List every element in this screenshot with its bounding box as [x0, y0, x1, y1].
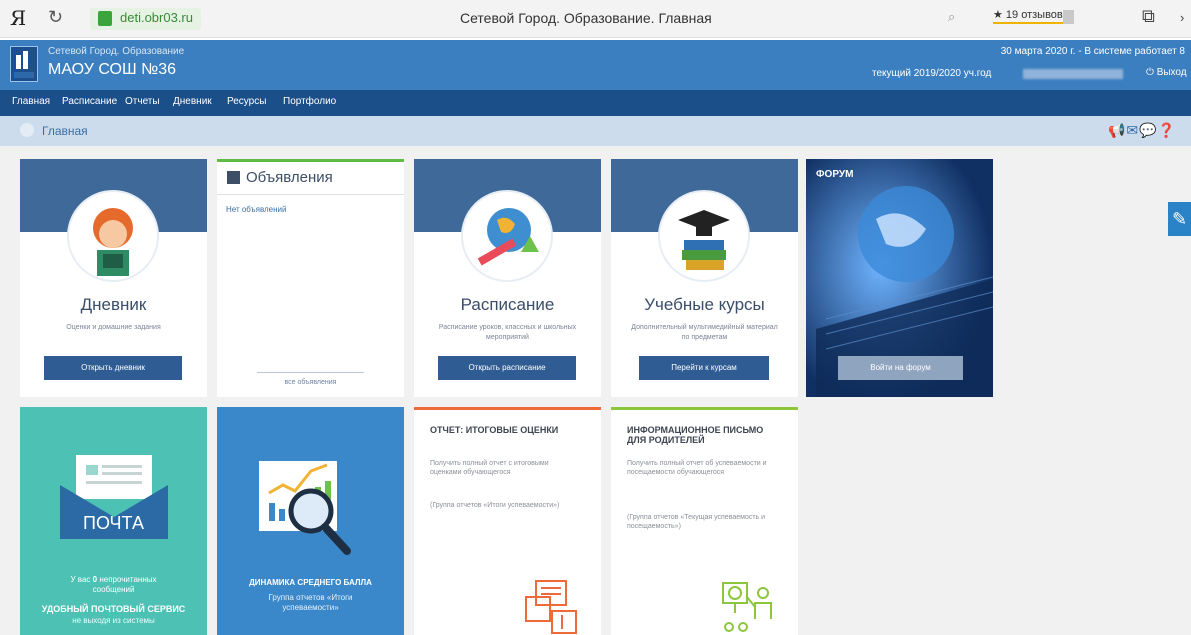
- nav-item-diary[interactable]: Дневник: [173, 96, 212, 107]
- unread-messages-text: У вас 0 непрочитанных сообщений: [70, 575, 157, 594]
- forum-tile: ФОРУМ Войти на форум: [806, 159, 993, 397]
- lock-icon: [98, 11, 112, 26]
- courses-illustration: [658, 190, 750, 282]
- nav-item-home[interactable]: Главная: [12, 96, 50, 107]
- grade-dynamics-tile[interactable]: ДИНАМИКА СРЕДНЕГО БАЛЛА Группа отчетов «…: [217, 407, 404, 635]
- system-name: Сетевой Город. Образование: [48, 46, 185, 57]
- report-document-icon: [525, 580, 577, 634]
- grade-dynamics-title: ДИНАМИКА СРЕДНЕГО БАЛЛА: [249, 578, 372, 587]
- schedule-illustration: [461, 190, 553, 282]
- go-to-courses-button[interactable]: Перейти к курсам: [639, 356, 769, 380]
- browser-toolbar: Я ↻ deti.obr03.ru Сетевой Город. Образов…: [0, 0, 1191, 38]
- schedule-tile: Расписание Расписание уроков, классных и…: [414, 159, 601, 397]
- courses-desc: Дополнительный мультимедийный материал п…: [631, 324, 778, 341]
- final-grades-report-tile[interactable]: ОТЧЕТ: ИТОГОВЫЕ ОЦЕНКИ Получить полный о…: [414, 407, 601, 635]
- enter-forum-button[interactable]: Войти на форум: [838, 356, 963, 380]
- open-diary-button[interactable]: Открыть дневник: [44, 356, 182, 380]
- announcements-tile: Объявления Нет объявлений все объявления: [217, 159, 404, 397]
- back-icon[interactable]: [20, 123, 34, 137]
- final-grades-desc: Получить полный отчет с итоговыми оценка…: [430, 460, 549, 476]
- mail-tile[interactable]: ПОЧТА У вас 0 непрочитанных сообщений УД…: [20, 407, 207, 635]
- schedule-title: Расписание: [460, 295, 555, 314]
- diary-tile: Дневник Оценки и домашние задания Открыт…: [20, 159, 207, 397]
- teacher-presentation-icon: [722, 582, 772, 632]
- site-header: Сетевой Город. Образование МАОУ СОШ №36 …: [0, 40, 1191, 90]
- all-announcements-link[interactable]: все объявления: [217, 379, 404, 386]
- nav-item-schedule[interactable]: Расписание: [62, 96, 117, 107]
- main-nav: Главная Расписание Отчеты Дневник Ресурс…: [0, 90, 1191, 116]
- logout-button[interactable]: ⏻ Выход: [1146, 67, 1187, 78]
- analytics-magnifier-icon: [259, 461, 351, 555]
- date-status: 30 марта 2020 г. - В системе работает 8: [1000, 46, 1185, 57]
- reviews-badge[interactable]: ★ 19 отзывов: [993, 8, 1063, 24]
- more-icon[interactable]: ›: [1180, 10, 1184, 25]
- school-year-select[interactable]: текущий 2019/2020 уч.год: [872, 68, 991, 79]
- diary-title: Дневник: [80, 295, 147, 314]
- breadcrumb-current: Главная: [42, 124, 88, 138]
- nav-item-resources[interactable]: Ресурсы: [227, 96, 266, 107]
- courses-title: Учебные курсы: [644, 295, 765, 314]
- parent-letter-desc: Получить полный отчет об успеваемости и …: [627, 460, 767, 476]
- announcements-title: Объявления: [246, 169, 333, 186]
- breadcrumb: Главная 📢✉💬❓: [0, 116, 1191, 146]
- search-icon[interactable]: ⌕: [948, 9, 955, 25]
- site-logo[interactable]: [10, 46, 38, 82]
- diary-illustration: [67, 190, 159, 282]
- page-title: Сетевой Город. Образование. Главная: [460, 10, 712, 26]
- settings-tools-icon[interactable]: ✎: [1168, 202, 1191, 236]
- no-announcements-text: Нет объявлений: [226, 205, 287, 214]
- browser-logo[interactable]: Я: [10, 6, 26, 30]
- diary-desc: Оценки и домашние задания: [66, 324, 161, 331]
- final-grades-title: ОТЧЕТ: ИТОГОВЫЕ ОЦЕНКИ: [430, 425, 559, 435]
- schedule-desc: Расписание уроков, классных и школьных м…: [438, 324, 577, 341]
- header-action-icons[interactable]: 📢✉💬❓: [1108, 122, 1176, 139]
- extension-icon[interactable]: ⧉: [1142, 6, 1155, 27]
- nav-item-reports[interactable]: Отчеты: [125, 96, 160, 107]
- school-name: МАОУ СОШ №36: [48, 61, 177, 78]
- user-name-blurred[interactable]: [1023, 69, 1123, 79]
- final-grades-group: (Группа отчетов «Итоги успеваемости»): [430, 502, 560, 509]
- url-text: deti.obr03.ru: [120, 10, 193, 25]
- unread-count: 0: [92, 575, 98, 584]
- parent-letter-title: ИНФОРМАЦИОННОЕ ПИСЬМО ДЛЯ РОДИТЕЛЕЙ: [627, 425, 764, 445]
- mail-label: ПОЧТА: [83, 513, 144, 533]
- forum-title: ФОРУМ: [816, 169, 854, 180]
- nav-item-portfolio[interactable]: Портфолио: [283, 96, 336, 107]
- grade-dynamics-sub: Группа отчетов «Итоги успеваемости»: [268, 593, 353, 612]
- mail-slogan-sub: не выходя из системы: [72, 616, 155, 625]
- parent-letter-group: (Группа отчетов «Текущая успеваемость и …: [627, 514, 766, 530]
- open-schedule-button[interactable]: Открыть расписание: [438, 356, 576, 380]
- address-bar[interactable]: deti.obr03.ru: [90, 8, 201, 30]
- courses-tile: Учебные курсы Дополнительный мультимедий…: [611, 159, 798, 397]
- reload-icon[interactable]: ↻: [48, 7, 63, 28]
- announcement-icon: [227, 171, 240, 184]
- mail-slogan: УДОБНЫЙ ПОЧТОВЫЙ СЕРВИС: [41, 604, 186, 614]
- bookmark-icon[interactable]: [1063, 10, 1074, 24]
- parent-letter-tile[interactable]: ИНФОРМАЦИОННОЕ ПИСЬМО ДЛЯ РОДИТЕЛЕЙ Полу…: [611, 407, 798, 635]
